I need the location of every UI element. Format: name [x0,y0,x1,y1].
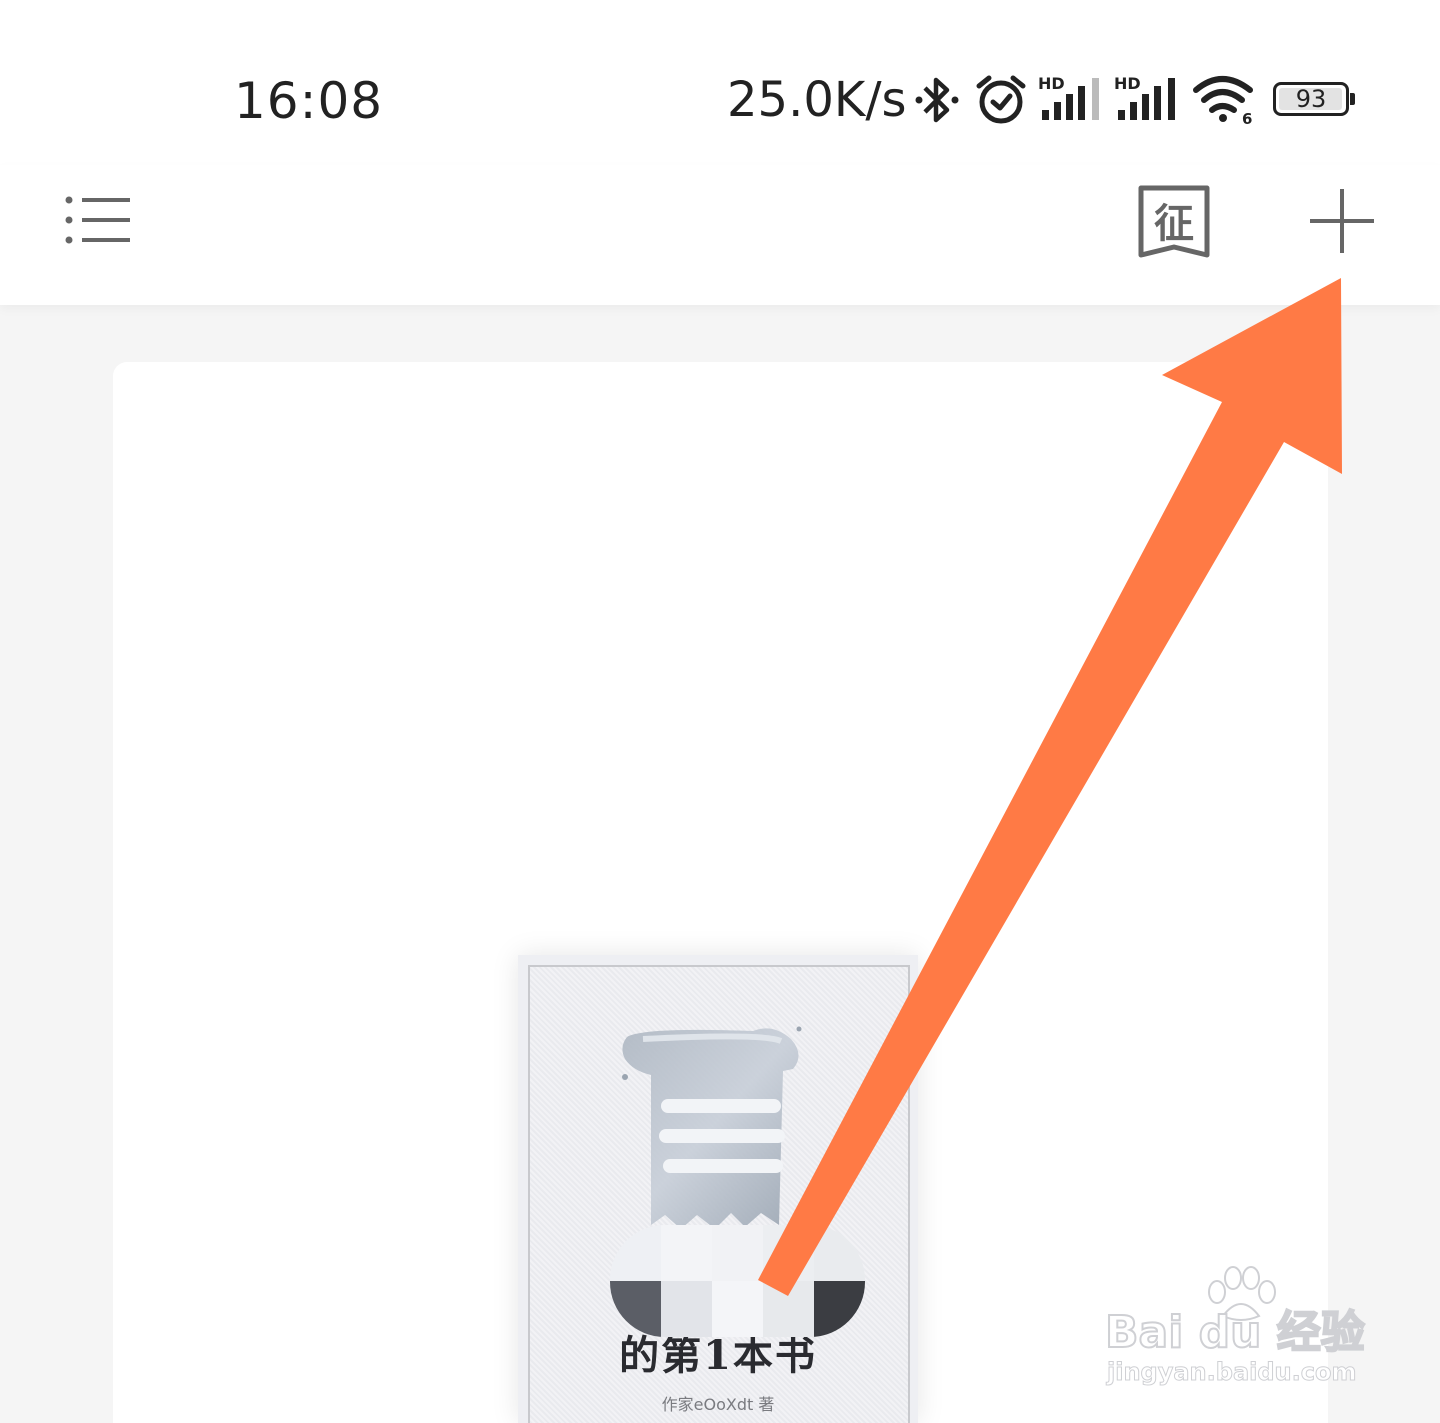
watermark-url: jingyan.baidu.com [1106,1358,1357,1387]
signal-hd-icon-2: HD [1114,74,1175,120]
book-author: 作家eOoXdt 著 [661,1395,775,1414]
alarm-icon [976,75,1026,124]
baidu-jingyan-watermark: Bai du 经验 jingyan.baidu.com [1104,1266,1375,1400]
signal-hd-icon: HD [1038,74,1099,120]
svg-text:6: 6 [1242,110,1252,126]
svg-text:HD: HD [1038,74,1065,93]
plus-icon[interactable] [1308,187,1376,255]
contest-bookmark-button[interactable]: 征 [1138,185,1210,259]
battery-icon: 93 [1273,82,1355,116]
wifi-6-icon: 6 [1193,76,1253,126]
network-speed: 25.0K/s [727,72,907,128]
bluetooth-icon [915,77,959,123]
privacy-mosaic [610,1225,865,1337]
list-menu-icon[interactable] [62,193,134,249]
book-cover[interactable]: 的第1本书 作家eOoXdt 著 [518,955,918,1423]
svg-text:HD: HD [1114,74,1141,93]
scroll-illustration [622,1026,802,1229]
battery-level: 93 [1295,85,1327,113]
top-nav-bar: 征 [0,165,1440,305]
contest-icon-char: 征 [1154,201,1194,247]
watermark-brand: Bai du 经验 [1104,1306,1366,1359]
status-bar: 16:08 25.0K/s HD HD 6 93 [0,0,1440,165]
app-screen: 16:08 25.0K/s HD HD 6 93 征 的第1本书 作家eOoXd… [0,0,1440,1423]
status-time: 16:08 [234,72,384,130]
